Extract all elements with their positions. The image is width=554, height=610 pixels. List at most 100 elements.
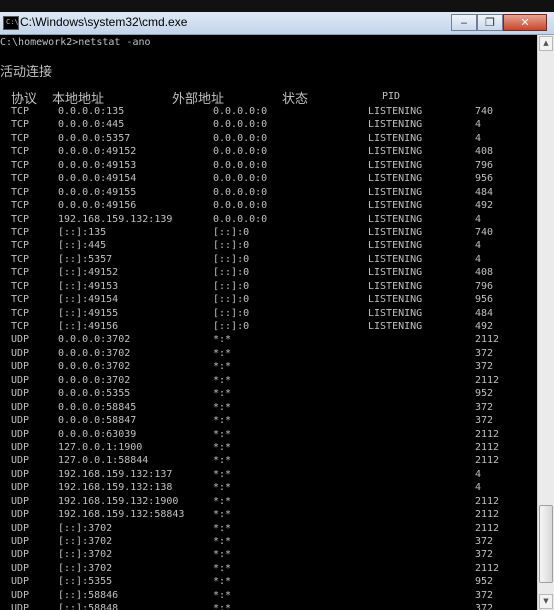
minimize-button[interactable]: ‒ [451,14,477,31]
cell-proto: UDP [11,482,30,494]
cmd-app-icon[interactable]: C:\ [3,16,19,30]
maximize-button[interactable]: ❐ [477,14,503,31]
cell-state: LISTENING [368,321,423,332]
scrollbar-thumb[interactable] [539,505,553,583]
cell-local-address: 127.0.0.1:58844 [58,455,149,467]
cell-foreign-address: [::]:0 [213,267,250,279]
cell-local-address: 0.0.0.0:3702 [58,334,131,346]
cell-local-address: 192.168.159.132:58843 [58,509,185,521]
cell-foreign-address: *:* [213,468,232,480]
cell-proto: TCP [11,253,30,265]
section-title: 活动连接 [0,65,53,80]
cell-local-address: 0.0.0.0:58847 [58,415,137,427]
cell-pid: 2112 [475,455,500,467]
cell-local-address: [::]:49155 [58,307,119,319]
cell-pid: 952 [475,576,494,588]
table-row: UDP 0.0.0.0:5355 *:* 952 [0,387,536,400]
cell-proto: TCP [11,280,30,292]
cell-state: LISTENING [368,213,423,225]
cell-proto: UDP [11,549,30,561]
cell-foreign-address: 0.0.0.0:0 [213,200,268,212]
cell-pid: 740 [475,106,494,117]
table-row: TCP [::]:5357 [::]:0 LISTENING 4 [0,253,536,266]
cell-local-address: [::]:49153 [58,280,119,292]
window-title: C:\Windows\system32\cmd.exe [20,15,188,29]
cell-proto: UDP [11,576,30,588]
cell-foreign-address: 0.0.0.0:0 [213,119,268,131]
table-row: TCP 0.0.0.0:135 0.0.0.0:0 LISTENING 740 [0,105,536,118]
console-output[interactable]: C:\homework2>netstat -ano 活动连接 协议 本地地址 外… [0,35,536,610]
cell-local-address: [::]:58848 [58,603,119,610]
cell-foreign-address: [::]:0 [213,280,250,292]
cell-foreign-address: *:* [213,562,232,574]
table-row: TCP 0.0.0.0:49152 0.0.0.0:0 LISTENING 408 [0,145,536,158]
table-row: UDP [::]:3702 *:* 2112 [0,562,536,575]
cell-pid: 372 [475,347,494,359]
cell-pid: 740 [475,226,494,238]
cell-local-address: 0.0.0.0:58845 [58,401,137,413]
desktop-strip [0,0,554,12]
cell-foreign-address: 0.0.0.0:0 [213,186,268,198]
cell-proto: UDP [11,522,30,534]
cell-pid: 408 [475,267,494,279]
cell-pid: 4 [475,253,482,265]
cell-foreign-address: [::]:0 [213,226,250,238]
cell-proto: TCP [11,294,30,306]
cell-proto: UDP [11,388,30,400]
cell-proto: TCP [11,119,30,131]
table-row: UDP [::]:58848 *:* 372 [0,602,536,610]
cell-pid: 372 [475,415,494,427]
table-row: TCP [::]:49156 [::]:0 LISTENING 492 [0,320,536,333]
cell-pid: 372 [475,589,494,601]
vertical-scrollbar[interactable]: ▲ ▼ [537,35,554,610]
cell-proto: TCP [11,132,30,144]
cell-proto: UDP [11,441,30,453]
cell-pid: 2112 [475,522,500,534]
cell-foreign-address: 0.0.0.0:0 [213,146,268,158]
cell-state: LISTENING [368,186,423,198]
scroll-up-arrow-icon[interactable]: ▲ [539,36,553,51]
cell-pid: 4 [475,213,482,225]
table-row: TCP [::]:49153 [::]:0 LISTENING 796 [0,280,536,293]
table-row: UDP 0.0.0.0:58845 *:* 372 [0,401,536,414]
cell-state: LISTENING [368,240,423,252]
cell-local-address: 0.0.0.0:49154 [58,173,137,185]
cell-pid: 372 [475,603,494,610]
cell-local-address: [::]:3702 [58,536,113,547]
cell-proto: TCP [11,106,30,117]
cell-foreign-address: *:* [213,589,232,601]
cell-proto: TCP [11,226,30,238]
cell-pid: 372 [475,549,494,561]
cell-pid: 492 [475,321,494,332]
scroll-down-arrow-icon[interactable]: ▼ [539,594,553,609]
cell-proto: UDP [11,495,30,507]
cell-local-address: [::]:49154 [58,294,119,306]
table-row: UDP [::]:58846 *:* 372 [0,589,536,602]
cell-pid: 2112 [475,374,500,386]
table-row: TCP [::]:49154 [::]:0 LISTENING 956 [0,293,536,306]
cell-foreign-address: 0.0.0.0:0 [213,132,268,144]
cell-proto: UDP [11,415,30,427]
cell-foreign-address: *:* [213,603,232,610]
cell-state: LISTENING [368,146,423,158]
cell-proto: TCP [11,200,30,212]
table-row: UDP 0.0.0.0:3702 *:* 2112 [0,333,536,346]
cell-state: LISTENING [368,132,423,144]
cell-foreign-address: *:* [213,455,232,467]
cell-local-address: [::]:49156 [58,321,119,332]
title-bar[interactable]: C:\ C:\Windows\system32\cmd.exe ‒ ❐ ✕ [0,12,554,35]
table-row: UDP [::]:3702 *:* 2112 [0,522,536,535]
close-button[interactable]: ✕ [503,14,547,31]
cell-pid: 2112 [475,509,500,521]
cell-local-address: 192.168.159.132:139 [58,213,173,225]
cell-proto: UDP [11,334,30,346]
cell-pid: 952 [475,388,494,400]
cell-pid: 2112 [475,334,500,346]
cell-foreign-address: *:* [213,441,232,453]
header-pid: PID [382,91,401,102]
cell-pid: 4 [475,468,482,480]
cell-proto: UDP [11,509,30,521]
table-row: TCP 192.168.159.132:139 0.0.0.0:0 LISTENING… [0,213,536,226]
cell-state: LISTENING [368,294,423,306]
cell-local-address: [::]:3702 [58,562,113,574]
